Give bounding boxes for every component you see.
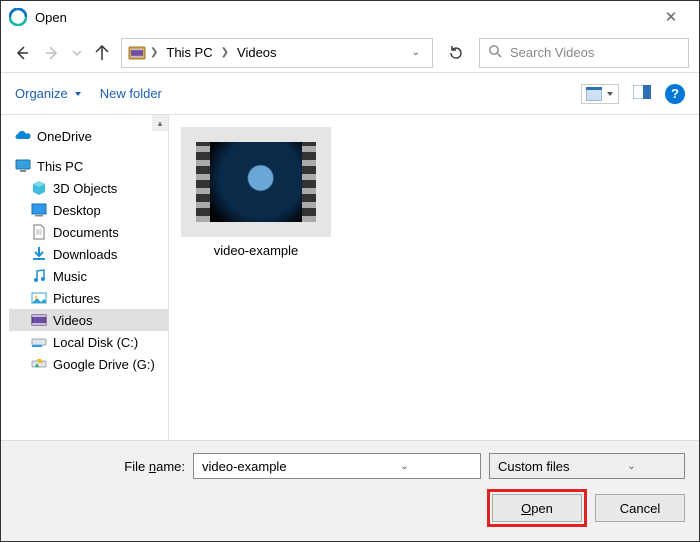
- chevron-right-icon[interactable]: ❯: [150, 47, 158, 58]
- tree-onedrive[interactable]: OneDrive: [9, 125, 168, 147]
- navigation-pane: ▴ OneDrive This PC 3D Objects Deskto: [1, 115, 169, 440]
- filename-value[interactable]: video-example: [202, 459, 337, 474]
- back-button[interactable]: [11, 42, 33, 64]
- tree-documents[interactable]: Documents: [9, 221, 168, 243]
- search-input[interactable]: [510, 45, 686, 60]
- filter-dropdown[interactable]: ⌄: [587, 461, 676, 472]
- tree-label: OneDrive: [37, 129, 92, 144]
- file-type-label: Custom files: [498, 459, 587, 474]
- breadcrumb[interactable]: ❯ This PC ❯ Videos ⌄: [121, 38, 433, 68]
- scroll-up-arrow[interactable]: ▴: [152, 115, 168, 131]
- tree: OneDrive This PC 3D Objects Desktop: [1, 115, 168, 375]
- tree-label: Local Disk (C:): [53, 335, 138, 350]
- search-icon: [488, 44, 502, 61]
- disk-icon: [31, 334, 47, 350]
- window-title: Open: [35, 10, 651, 25]
- file-name-label: video-example: [181, 237, 331, 258]
- titlebar: Open ✕: [1, 1, 699, 33]
- recent-locations-button[interactable]: [71, 42, 83, 64]
- tree-label: Google Drive (G:): [53, 357, 155, 372]
- tree-label: Videos: [53, 313, 93, 328]
- open-button-highlight: Open: [487, 489, 587, 527]
- chevron-down-icon: [606, 90, 614, 98]
- organize-label: Organize: [15, 86, 68, 101]
- tree-label: Music: [53, 269, 87, 284]
- open-dialog: Open ✕ ❯ This PC ❯ Videos ⌄: [0, 0, 700, 542]
- tree-thispc[interactable]: This PC: [9, 155, 168, 177]
- videos-icon: [31, 312, 47, 328]
- downloads-icon: [31, 246, 47, 262]
- navbar: ❯ This PC ❯ Videos ⌄: [1, 33, 699, 73]
- 3dobjects-icon: [31, 180, 47, 196]
- command-bar: Organize New folder ?: [1, 73, 699, 115]
- filename-combobox[interactable]: video-example ⌄: [193, 453, 481, 479]
- tree-label: This PC: [37, 159, 83, 174]
- search-box[interactable]: [479, 38, 689, 68]
- tree-localdisk[interactable]: Local Disk (C:): [9, 331, 168, 353]
- tree-music[interactable]: Music: [9, 265, 168, 287]
- tree-label: Downloads: [53, 247, 117, 262]
- breadcrumb-dropdown[interactable]: ⌄: [406, 47, 426, 58]
- video-thumbnail: [181, 127, 331, 237]
- view-options-button[interactable]: [581, 84, 619, 104]
- tree-pictures[interactable]: Pictures: [9, 287, 168, 309]
- music-icon: [31, 268, 47, 284]
- file-type-filter[interactable]: Custom files ⌄: [489, 453, 685, 479]
- tree-downloads[interactable]: Downloads: [9, 243, 168, 265]
- cancel-button[interactable]: Cancel: [595, 494, 685, 522]
- tree-label: 3D Objects: [53, 181, 117, 196]
- preview-pane-button[interactable]: [633, 85, 651, 102]
- edge-app-icon: [9, 8, 27, 26]
- body: ▴ OneDrive This PC 3D Objects Deskto: [1, 115, 699, 440]
- tree-label: Pictures: [53, 291, 100, 306]
- breadcrumb-thispc[interactable]: This PC: [162, 45, 216, 60]
- tree-3dobjects[interactable]: 3D Objects: [9, 177, 168, 199]
- chevron-down-icon: [74, 90, 82, 98]
- tree-desktop[interactable]: Desktop: [9, 199, 168, 221]
- refresh-button[interactable]: [441, 38, 471, 68]
- documents-icon: [31, 224, 47, 240]
- file-item[interactable]: video-example: [181, 127, 331, 258]
- tree-videos[interactable]: Videos: [9, 309, 168, 331]
- organize-menu[interactable]: Organize: [15, 86, 82, 101]
- pictures-icon: [31, 290, 47, 306]
- tree-label: Desktop: [53, 203, 101, 218]
- onedrive-icon: [15, 128, 31, 144]
- desktop-icon: [31, 202, 47, 218]
- gdrive-icon: [31, 356, 47, 372]
- file-list[interactable]: video-example: [169, 115, 699, 440]
- tree-googledrive[interactable]: Google Drive (G:): [9, 353, 168, 375]
- breadcrumb-videos[interactable]: Videos: [233, 45, 281, 60]
- filename-dropdown[interactable]: ⌄: [337, 461, 472, 472]
- videos-folder-icon: [128, 44, 146, 62]
- help-button[interactable]: ?: [665, 84, 685, 104]
- chevron-right-icon[interactable]: ❯: [221, 47, 229, 58]
- filename-label: File name:: [15, 459, 185, 474]
- new-folder-button[interactable]: New folder: [100, 86, 162, 101]
- forward-button[interactable]: [41, 42, 63, 64]
- open-button[interactable]: Open: [492, 494, 582, 522]
- tree-label: Documents: [53, 225, 119, 240]
- close-button[interactable]: ✕: [651, 8, 691, 26]
- up-button[interactable]: [91, 42, 113, 64]
- footer: File name: video-example ⌄ Custom files …: [1, 440, 699, 541]
- thispc-icon: [15, 158, 31, 174]
